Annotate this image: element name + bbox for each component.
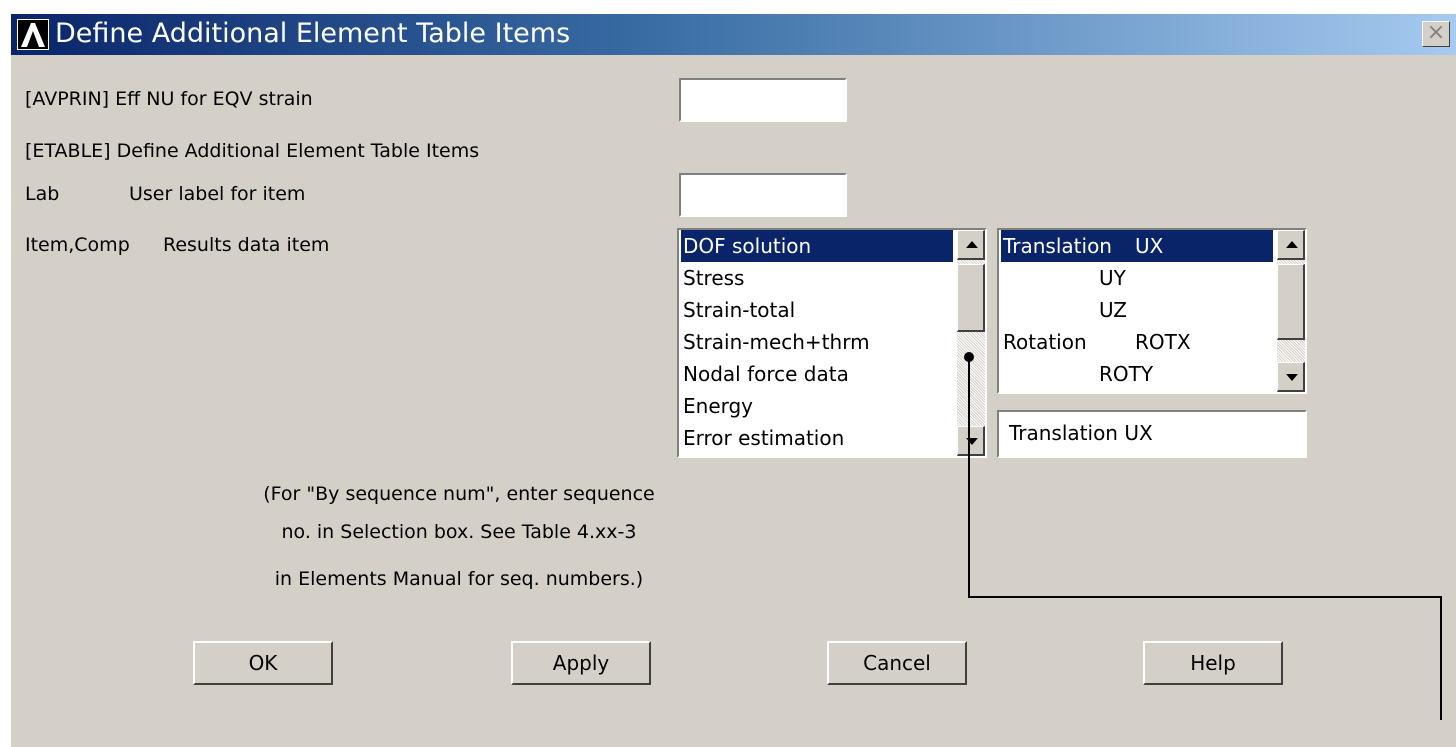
callout-pointer	[964, 352, 1442, 720]
callout-line	[968, 357, 1442, 720]
